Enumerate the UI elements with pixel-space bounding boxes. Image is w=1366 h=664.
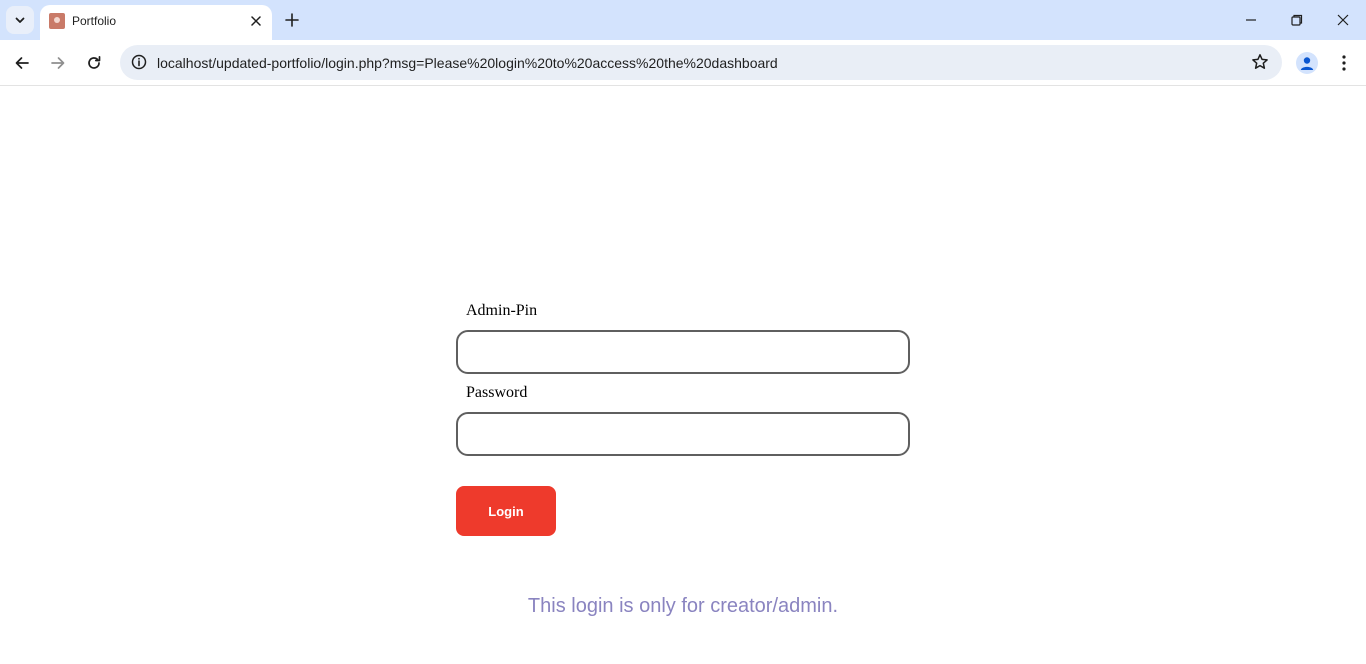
browser-menu-button[interactable] bbox=[1332, 49, 1356, 77]
admin-only-notice: This login is only for creator/admin. bbox=[527, 595, 839, 617]
bookmark-button[interactable] bbox=[1250, 52, 1270, 72]
restore-button[interactable] bbox=[1274, 0, 1320, 40]
reload-button[interactable] bbox=[80, 49, 108, 77]
arrow-left-icon bbox=[15, 57, 29, 69]
chevron-down-icon bbox=[15, 17, 25, 23]
tab-search-button[interactable] bbox=[6, 6, 34, 34]
site-info-button[interactable] bbox=[126, 49, 152, 75]
profile-button[interactable] bbox=[1296, 52, 1318, 74]
reload-icon bbox=[88, 55, 101, 69]
plus-icon bbox=[285, 13, 299, 27]
restore-icon bbox=[1291, 14, 1303, 26]
info-icon bbox=[131, 54, 147, 70]
password-input[interactable] bbox=[456, 412, 910, 456]
forward-button[interactable] bbox=[44, 49, 72, 77]
arrow-right-icon bbox=[51, 57, 65, 69]
admin-pin-input[interactable] bbox=[456, 330, 910, 374]
close-window-button[interactable] bbox=[1320, 0, 1366, 40]
portfolio-favicon-icon bbox=[49, 13, 65, 29]
star-outline-icon bbox=[1252, 54, 1268, 69]
admin-pin-label: Admin-Pin bbox=[466, 302, 538, 319]
close-icon bbox=[251, 16, 261, 26]
minimize-button[interactable] bbox=[1228, 0, 1274, 40]
minimize-icon bbox=[1246, 19, 1256, 21]
url-text[interactable]: localhost/updated-portfolio/login.php?ms… bbox=[157, 55, 778, 71]
address-bar[interactable]: localhost/updated-portfolio/login.php?ms… bbox=[120, 45, 1282, 80]
tab-close-button[interactable] bbox=[248, 13, 264, 29]
tab-title: Portfolio bbox=[72, 14, 117, 28]
tab-strip: Portfolio bbox=[0, 0, 1366, 40]
close-icon bbox=[1337, 14, 1349, 26]
browser-toolbar: localhost/updated-portfolio/login.php?ms… bbox=[0, 40, 1366, 86]
login-button[interactable]: Login bbox=[456, 486, 556, 536]
person-icon bbox=[1300, 57, 1314, 70]
kebab-menu-icon bbox=[1342, 55, 1346, 71]
back-button[interactable] bbox=[8, 49, 36, 77]
new-tab-button[interactable] bbox=[280, 8, 304, 32]
password-label: Password bbox=[466, 384, 528, 401]
active-tab[interactable]: Portfolio bbox=[40, 5, 272, 40]
